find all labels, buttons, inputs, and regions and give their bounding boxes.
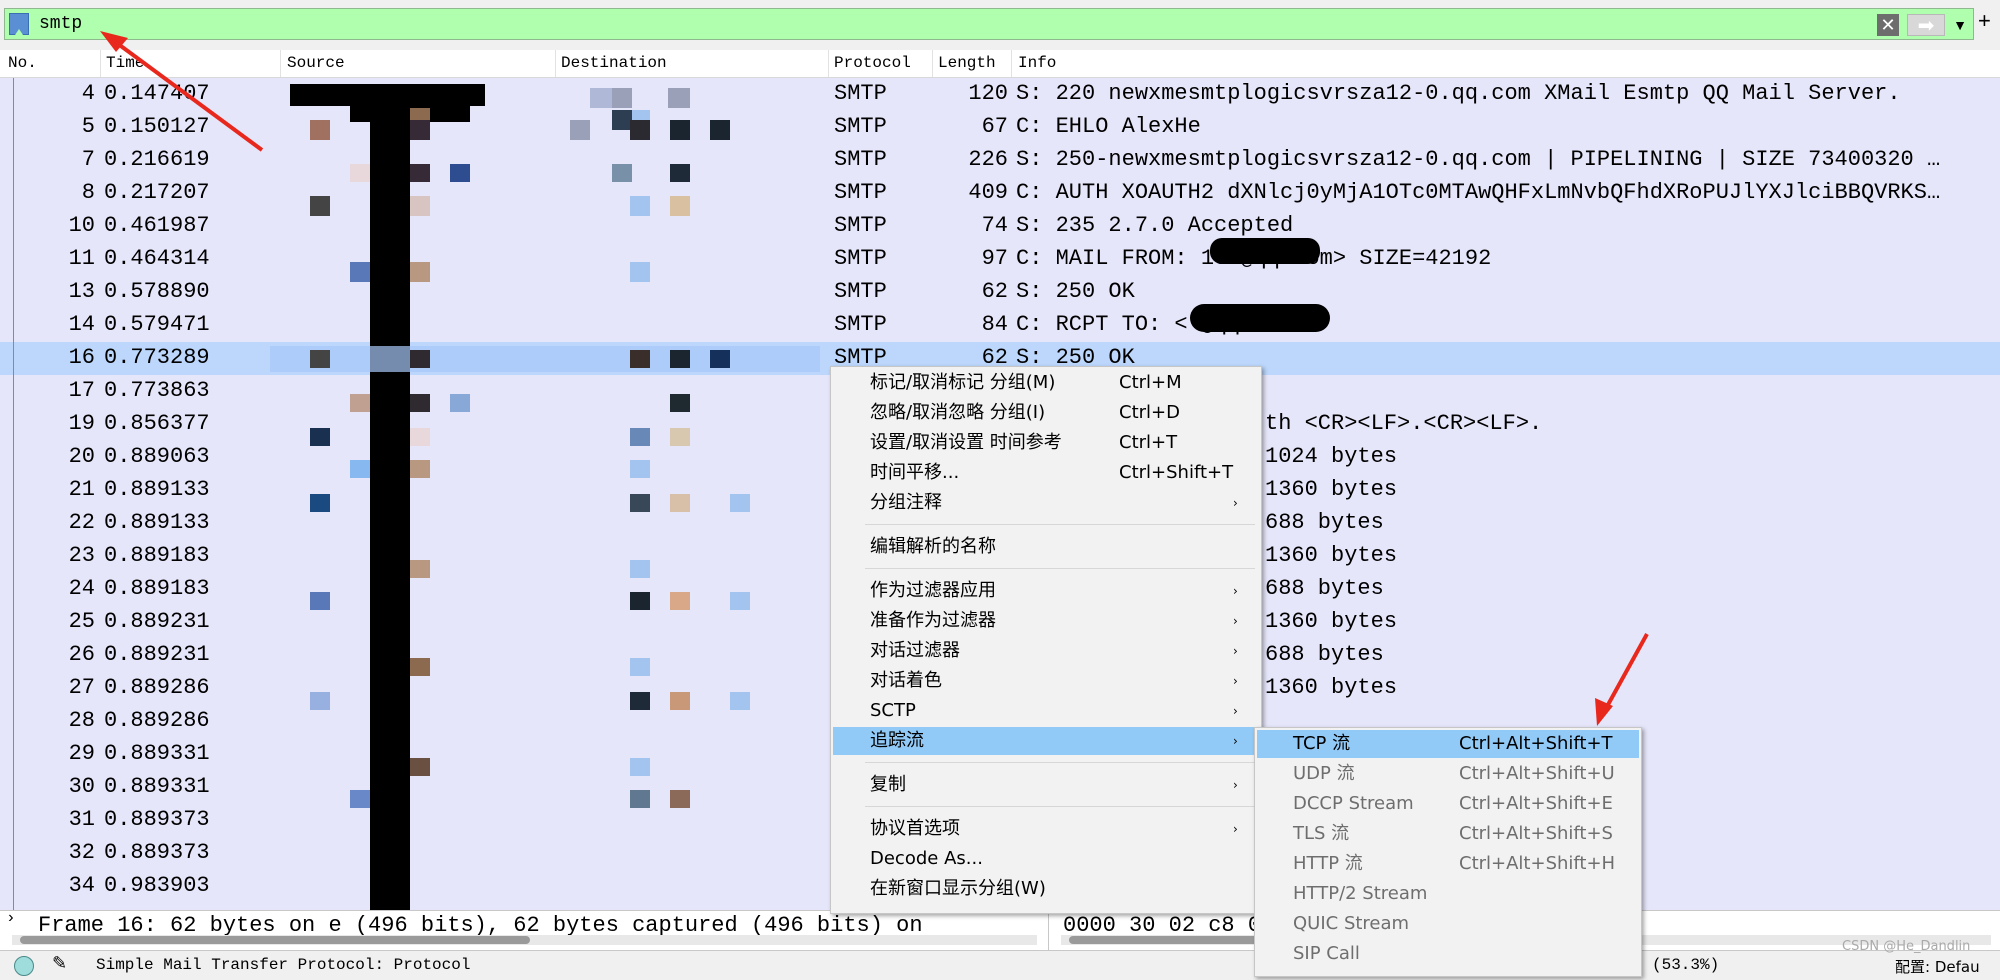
annotation-arrow-filter xyxy=(100,31,264,152)
annotation-arrow-tcp-stream xyxy=(1595,633,1649,726)
annotation-arrows xyxy=(100,31,1649,726)
